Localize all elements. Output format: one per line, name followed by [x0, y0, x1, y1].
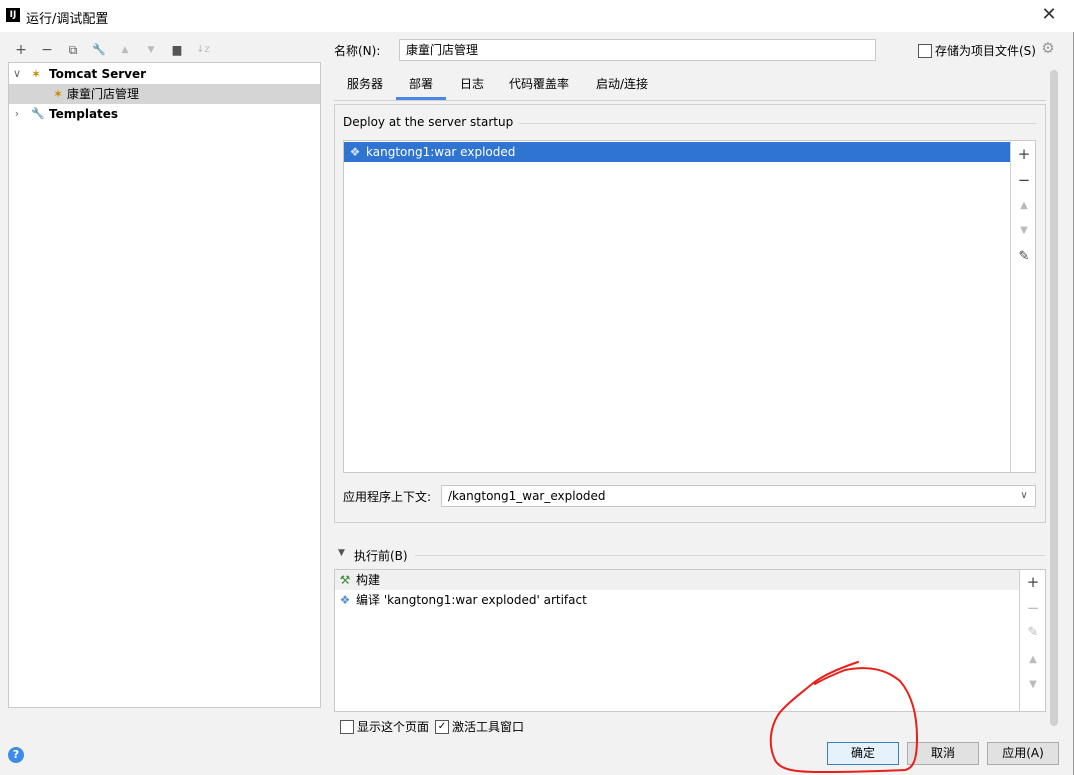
deploy-artifact-list: [343, 140, 1036, 473]
store-as-project-file-label: 存储为项目文件(S): [935, 44, 1036, 58]
window-title: 运行/调试配置: [26, 12, 109, 27]
config-tree: ∨ ✶ Tomcat Server ✶ 康童门店管理 › 🔧 Templates: [8, 62, 321, 708]
title-bar: IJ 运行/调试配置 ✕: [0, 0, 1074, 32]
tree-item-kangtong-store[interactable]: ✶ 康童门店管理: [9, 84, 320, 104]
gear-icon[interactable]: ⚙: [1040, 40, 1056, 56]
tomcat-icon: ✶: [53, 87, 64, 101]
application-context-label: 应用程序上下文:: [343, 490, 432, 504]
move-down-icon[interactable]: ▼: [1015, 222, 1033, 240]
chevron-down-icon[interactable]: ∨: [11, 64, 23, 84]
tabs-divider: [334, 100, 1046, 101]
deploy-group-title: Deploy at the server startup: [343, 115, 520, 129]
deploy-item-label: kangtong1:war exploded: [366, 145, 516, 159]
list-divider: [1019, 570, 1020, 711]
tomcat-icon: ✶: [31, 67, 42, 81]
application-context-select[interactable]: /kangtong1_war_exploded ∨: [441, 485, 1036, 507]
show-page-label: 显示这个页面: [357, 720, 430, 734]
tree-item-templates[interactable]: › 🔧 Templates: [9, 104, 320, 124]
artifact-icon: ❖: [339, 593, 351, 607]
tree-item-label: 康童门店管理: [67, 87, 140, 101]
add-icon[interactable]: +: [12, 41, 30, 59]
tab-startup-connection[interactable]: 启动/连接: [588, 70, 656, 100]
run-debug-config-dialog: IJ 运行/调试配置 ✕ + − ⧉ 🔧 ▲ ▼ ▆ ↓z ∨ ✶ Tomcat…: [0, 0, 1074, 775]
artifact-icon: ❖: [349, 145, 361, 159]
build-hammer-icon: ⚒: [339, 573, 351, 587]
chevron-down-icon[interactable]: ∨: [1017, 486, 1031, 506]
folder-add-icon[interactable]: ▆: [168, 41, 186, 59]
task-label: 构建: [356, 573, 381, 587]
copy-icon[interactable]: ⧉: [64, 41, 82, 59]
move-up-icon[interactable]: ▲: [116, 41, 134, 59]
wrench-icon: 🔧: [31, 107, 45, 120]
apply-button[interactable]: 应用(A): [987, 742, 1059, 765]
activate-tool-window-checkbox[interactable]: ✓: [435, 720, 449, 734]
before-launch-item-artifact[interactable]: ❖ 编译 'kangtong1:war exploded' artifact: [335, 590, 1019, 610]
name-input[interactable]: 康童门店管理: [399, 39, 876, 61]
scrollbar[interactable]: [1050, 70, 1058, 726]
collapse-triangle-icon[interactable]: ▼: [338, 548, 345, 558]
tab-code-coverage[interactable]: 代码覆盖率: [502, 70, 576, 100]
move-down-icon[interactable]: ▼: [1024, 676, 1042, 694]
tree-item-tomcat-server[interactable]: ∨ ✶ Tomcat Server: [9, 64, 320, 84]
before-launch-title: 执行前(B): [354, 549, 408, 563]
add-icon[interactable]: +: [1024, 573, 1042, 591]
activate-tool-window-label: 激活工具窗口: [452, 720, 525, 734]
tab-deployment[interactable]: 部署: [396, 70, 446, 100]
list-divider: [1010, 141, 1011, 472]
intellij-app-icon: IJ: [6, 8, 20, 22]
deploy-list-item[interactable]: ❖ kangtong1:war exploded: [344, 142, 1010, 162]
move-down-icon[interactable]: ▼: [142, 41, 160, 59]
edit-icon[interactable]: ✎: [1015, 248, 1033, 266]
wrench-icon[interactable]: 🔧: [90, 41, 108, 59]
help-icon[interactable]: ?: [8, 747, 24, 763]
store-as-project-file-checkbox[interactable]: [918, 44, 932, 58]
tree-item-label: Templates: [49, 107, 119, 121]
tree-item-label: Tomcat Server: [49, 67, 147, 81]
cancel-button[interactable]: 取消: [907, 742, 979, 765]
remove-icon[interactable]: −: [1015, 171, 1033, 189]
ok-button[interactable]: 确定: [827, 742, 899, 765]
remove-icon[interactable]: −: [1024, 599, 1042, 617]
move-up-icon[interactable]: ▲: [1015, 197, 1033, 215]
tab-logs[interactable]: 日志: [452, 70, 492, 100]
tab-server[interactable]: 服务器: [340, 70, 390, 100]
group-divider: [415, 555, 1045, 556]
application-context-value: /kangtong1_war_exploded: [448, 489, 606, 503]
edit-icon[interactable]: ✎: [1024, 624, 1042, 642]
before-launch-item-build[interactable]: ⚒ 构建: [335, 570, 1019, 590]
sort-icon[interactable]: ↓z: [194, 41, 212, 59]
group-divider: [510, 123, 1036, 124]
close-icon[interactable]: ✕: [1038, 4, 1060, 26]
name-label: 名称(N):: [334, 44, 381, 58]
show-page-checkbox[interactable]: [340, 720, 354, 734]
remove-icon[interactable]: −: [38, 41, 56, 59]
move-up-icon[interactable]: ▲: [1024, 651, 1042, 669]
chevron-right-icon[interactable]: ›: [11, 104, 23, 124]
add-icon[interactable]: +: [1015, 145, 1033, 163]
task-label: 编译 'kangtong1:war exploded' artifact: [356, 593, 587, 607]
